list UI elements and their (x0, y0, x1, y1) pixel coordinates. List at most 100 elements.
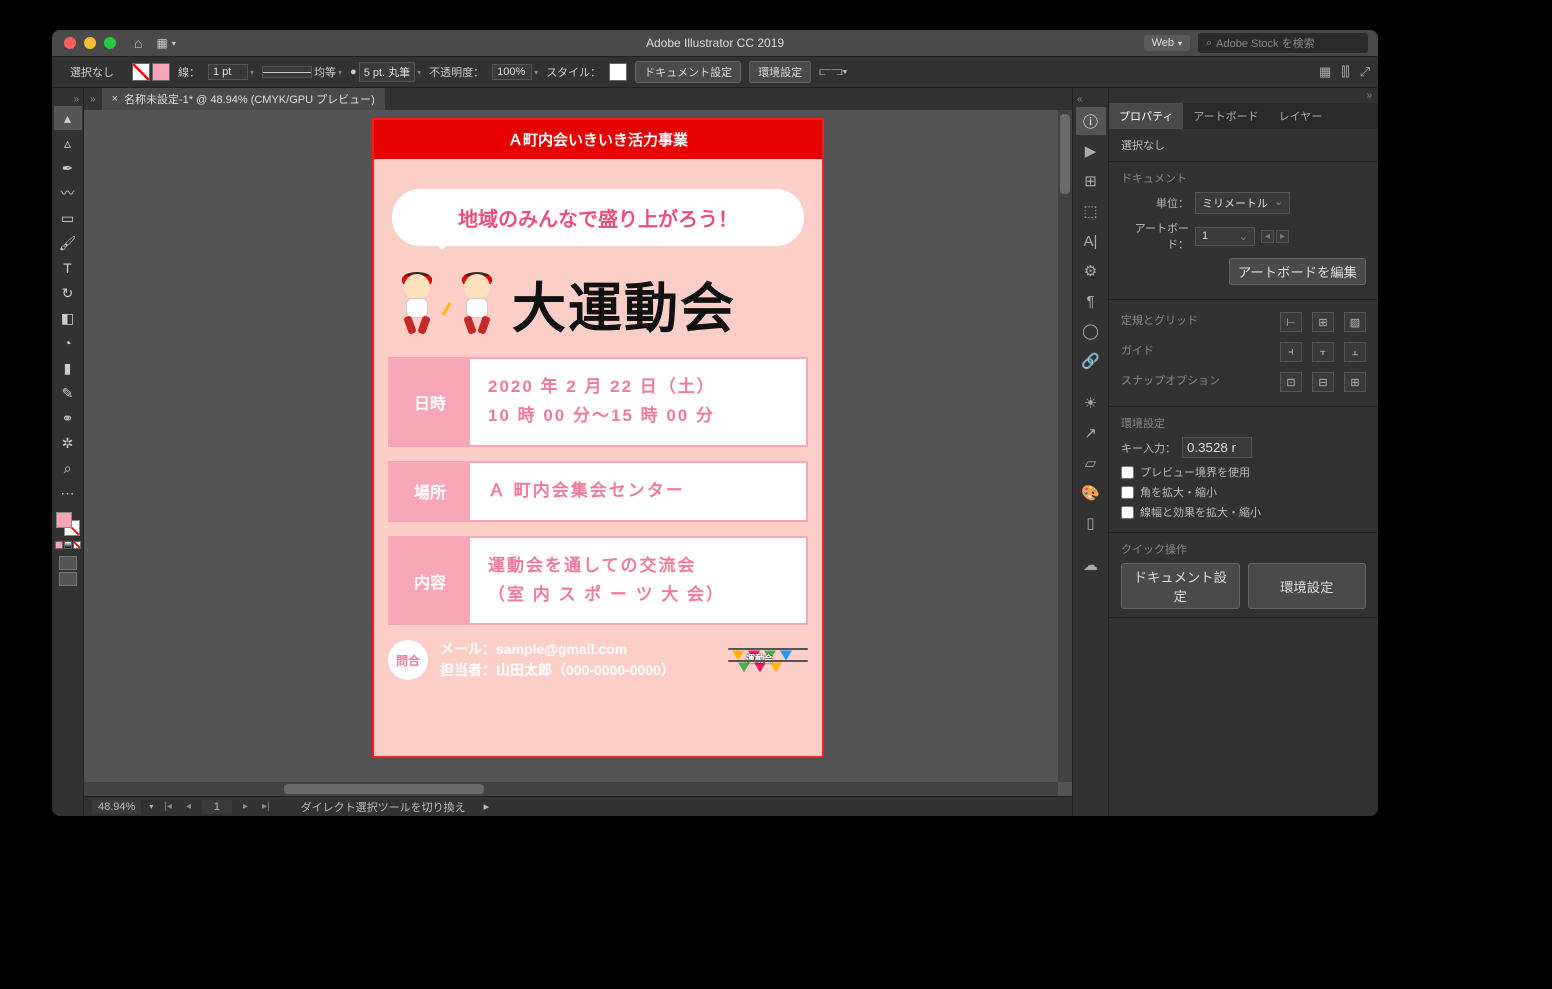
edit-toolbar-icon[interactable]: ⋯ (54, 481, 82, 505)
tab-close-icon[interactable]: × (112, 93, 118, 105)
transparency-grid-icon[interactable]: ▨ (1344, 312, 1366, 332)
layout-expand-icon[interactable]: ⤢ (1360, 64, 1370, 80)
brush-dropdown[interactable]: ●5 pt. 丸筆 (350, 62, 421, 82)
canvas-viewport[interactable]: Ａ町内会いきいき活力事業 地域のみんなで盛り上がろう！ 大運動会 (84, 110, 1072, 796)
cc-libraries-dock-icon[interactable]: ☁ (1076, 551, 1106, 579)
eraser-tool-icon[interactable]: ◧ (54, 306, 82, 330)
glyphs-dock-icon[interactable]: ¶ (1076, 287, 1106, 315)
snap-pixel-icon[interactable]: ⊞ (1344, 372, 1366, 392)
key-input-field[interactable] (1182, 437, 1252, 458)
quick-doc-setup-button[interactable]: ドキュメント設定 (1121, 563, 1240, 609)
rectangle-tool-icon[interactable]: ▭ (54, 206, 82, 230)
horizontal-scrollbar[interactable] (84, 782, 1058, 796)
dock-expand-icon[interactable]: « (1073, 94, 1083, 105)
scale-strokes-checkbox[interactable] (1121, 506, 1134, 519)
pen-tool-icon[interactable]: ✒ (54, 156, 82, 180)
swatches-dock-icon[interactable]: ◯ (1076, 317, 1106, 345)
screen-mode-normal-icon[interactable] (59, 556, 77, 570)
brightness-dock-icon[interactable]: ☀ (1076, 389, 1106, 417)
play-dock-icon[interactable]: ▶ (1076, 137, 1106, 165)
color-mode-gradient-icon[interactable] (64, 541, 72, 549)
minimize-icon[interactable] (84, 37, 96, 49)
export-dock-icon[interactable]: ↗ (1076, 419, 1106, 447)
document-dock-icon[interactable]: ▯ (1076, 509, 1106, 537)
pathfinder-dock-icon[interactable]: ⬚ (1076, 197, 1106, 225)
snap-grid-btn-icon[interactable]: ⊟ (1312, 372, 1334, 392)
ruler-icon[interactable]: ⊢ (1280, 312, 1302, 332)
fill-stroke-swatches[interactable] (132, 63, 170, 81)
eyedropper-tool-icon[interactable]: ✎ (54, 381, 82, 405)
arrange-documents-icon[interactable]: ▦▾ (156, 36, 175, 50)
artboard-number[interactable]: 1 (202, 800, 232, 814)
type-dock-icon[interactable]: A| (1076, 227, 1106, 255)
prev-artboard-btn[interactable]: ◂ (1261, 230, 1274, 243)
guide-lock-icon[interactable]: ⫟ (1312, 342, 1334, 362)
toolbar-expand-icon[interactable]: » (73, 94, 83, 105)
asset-dock-icon[interactable]: ▱ (1076, 449, 1106, 477)
type-tool-icon[interactable]: T (54, 256, 82, 280)
tab-expand-icon[interactable]: » (84, 94, 102, 105)
next-artboard-icon[interactable]: ▸ (240, 801, 251, 812)
stroke-profile-dropdown[interactable]: 均等 (262, 64, 342, 80)
tab-artboards[interactable]: アートボード (1183, 103, 1268, 129)
stroke-weight-stepper[interactable]: 1 pt (208, 64, 254, 80)
document-setup-button[interactable]: ドキュメント設定 (635, 61, 741, 83)
guide-show-icon[interactable]: ⫞ (1280, 342, 1302, 362)
vertical-scrollbar[interactable] (1058, 110, 1072, 782)
color-mode-none-icon[interactable] (73, 541, 81, 549)
properties-dock-icon[interactable]: ⓘ (1076, 107, 1106, 135)
unit-dropdown[interactable]: ミリメートル (1195, 192, 1290, 214)
selection-tool-icon[interactable]: ▴ (54, 106, 82, 130)
paintbrush-tool-icon[interactable]: 🖌 (54, 231, 82, 255)
maximize-icon[interactable] (104, 37, 116, 49)
symbol-sprayer-tool-icon[interactable]: ✲ (54, 431, 82, 455)
rotate-tool-icon[interactable]: ↻ (54, 281, 82, 305)
links-dock-icon[interactable]: 🔗 (1076, 347, 1106, 375)
color-mode-icons[interactable] (55, 541, 81, 549)
fill-stroke-control[interactable] (54, 510, 82, 538)
panel-collapse-icon[interactable]: » (1360, 88, 1378, 103)
grid-icon[interactable]: ⊞ (1312, 312, 1334, 332)
color-dock-icon[interactable]: 🎨 (1076, 479, 1106, 507)
gradient-tool-icon[interactable]: ▮ (54, 356, 82, 380)
last-artboard-icon[interactable]: ▸| (259, 801, 273, 812)
home-icon[interactable]: ⌂ (134, 35, 142, 51)
fill-swatch-none[interactable] (132, 63, 150, 81)
color-mode-solid-icon[interactable] (55, 541, 63, 549)
guide-snap-icon[interactable]: ⫠ (1344, 342, 1366, 362)
screen-mode-full-icon[interactable] (59, 572, 77, 586)
edit-artboard-button[interactable]: アートボードを編集 (1229, 258, 1366, 285)
curvature-tool-icon[interactable]: 〰 (54, 181, 82, 205)
status-play-icon[interactable]: ▸ (484, 800, 490, 813)
settings-dock-icon[interactable]: ⚙ (1076, 257, 1106, 285)
scale-corners-checkbox[interactable] (1121, 486, 1134, 499)
close-icon[interactable] (64, 37, 76, 49)
prev-artboard-icon[interactable]: ◂ (183, 801, 194, 812)
blend-tool-icon[interactable]: ⚭ (54, 406, 82, 430)
flyer-artwork: Ａ町内会いきいき活力事業 地域のみんなで盛り上がろう！ 大運動会 (374, 120, 822, 756)
zoom-level[interactable]: 48.94% (92, 800, 141, 814)
layout-columns-icon[interactable]: ⫿⫿ (1341, 64, 1349, 80)
tab-properties[interactable]: プロパティ (1109, 103, 1183, 129)
stock-search[interactable]: ⌕Adobe Stock を検索 (1198, 33, 1368, 53)
snap-point-icon[interactable]: ⊡ (1280, 372, 1302, 392)
preferences-button[interactable]: 環境設定 (749, 61, 811, 83)
graphic-style-swatch[interactable] (609, 63, 627, 81)
artboard[interactable]: Ａ町内会いきいき活力事業 地域のみんなで盛り上がろう！ 大運動会 (372, 118, 824, 758)
shape-builder-tool-icon[interactable]: ◔ (54, 331, 82, 355)
tab-layers[interactable]: レイヤー (1269, 103, 1333, 129)
first-artboard-icon[interactable]: |◂ (161, 801, 175, 812)
workspace-switcher[interactable]: Web▾ (1144, 35, 1190, 51)
stroke-swatch[interactable] (152, 63, 170, 81)
direct-selection-tool-icon[interactable]: ▵ (54, 131, 82, 155)
align-icon[interactable]: ⫍⫎▾ (819, 66, 847, 79)
layout-grid-icon[interactable]: ▦ (1319, 64, 1331, 80)
next-artboard-btn[interactable]: ▸ (1276, 230, 1289, 243)
align-dock-icon[interactable]: ⊞ (1076, 167, 1106, 195)
zoom-tool-icon[interactable]: ⌕ (54, 456, 82, 480)
document-tab[interactable]: × 名称未設定-1* @ 48.94% (CMYK/GPU プレビュー) (102, 88, 385, 110)
preview-bounds-checkbox[interactable] (1121, 466, 1134, 479)
quick-prefs-button[interactable]: 環境設定 (1248, 563, 1367, 609)
artboard-dropdown[interactable]: 1 (1195, 227, 1255, 246)
opacity-field[interactable]: 100% (492, 64, 538, 80)
